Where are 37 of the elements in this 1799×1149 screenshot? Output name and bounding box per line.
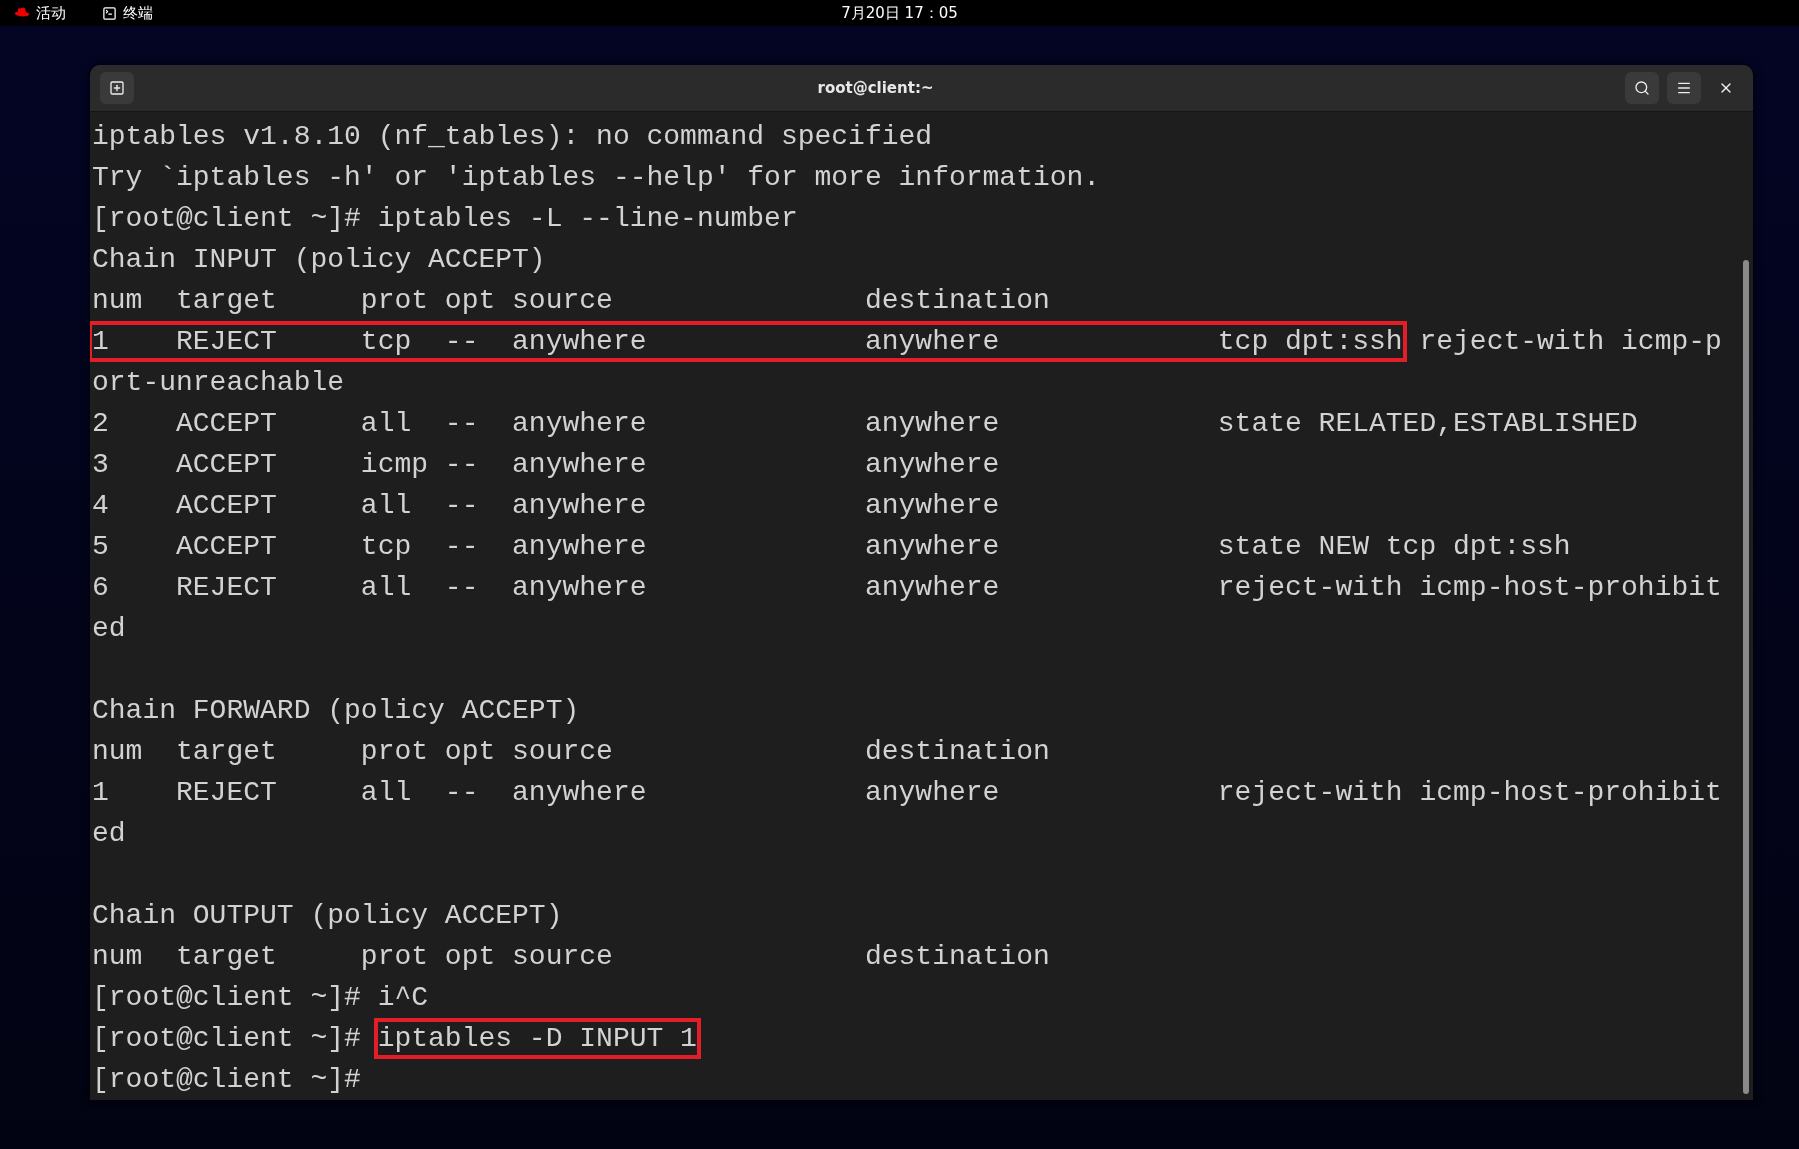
terminal-text: ort-unreachable (91, 366, 346, 400)
hat-logo-icon (14, 7, 30, 19)
activities-button[interactable]: 活动 (14, 3, 66, 23)
plus-square-icon (109, 80, 125, 96)
terminal-text: Try `iptables -h' or 'iptables --help' for more information. (91, 161, 1102, 195)
terminal-text: [root@client ~]# (91, 1063, 362, 1097)
terminal-text: 4 ACCEPT all -- anywhere anywhere (91, 489, 1001, 523)
highlighted-text: iptables -D INPUT 1 (373, 1018, 701, 1059)
terminal-app-menu[interactable]: 终端 (102, 3, 153, 23)
terminal-text: 3 ACCEPT icmp -- anywhere anywhere (91, 448, 1001, 482)
search-icon (1634, 80, 1650, 96)
terminal-text: ed (91, 817, 127, 851)
highlighted-text: 1 REJECT tcp -- anywhere anywhere tcp dpt:ssh (90, 321, 1407, 362)
terminal-text: num target prot opt source destination (91, 284, 1051, 318)
terminal-text: 5 ACCEPT tcp -- anywhere anywhere state NEW tcp dpt:ssh (91, 530, 1572, 564)
terminal-text: [root@client ~]# i^C (91, 981, 430, 1015)
search-button[interactable] (1625, 72, 1659, 104)
terminal-text: ed (91, 612, 127, 646)
terminal-text: 1 REJECT all -- anywhere anywhere reject-with icmp-host-prohibit (91, 776, 1723, 810)
window-title: root@client:~ (816, 79, 935, 97)
terminal-text: reject-with icmp-p (1418, 325, 1723, 359)
terminal-text: [root@client ~]# iptables -L --line-number (91, 202, 799, 236)
scrollbar-thumb[interactable] (1743, 260, 1749, 1094)
terminal-text: 6 REJECT all -- anywhere anywhere reject-with icmp-host-prohibit (91, 571, 1723, 605)
menu-button[interactable] (1667, 72, 1701, 104)
menu-icon (1676, 80, 1692, 96)
terminal-text: 2 ACCEPT all -- anywhere anywhere state RELATED,ESTABLISHED (91, 407, 1639, 441)
terminal-text: num target prot opt source destination (91, 735, 1051, 769)
new-tab-button[interactable] (100, 72, 134, 104)
terminal-text: Chain OUTPUT (policy ACCEPT) (91, 899, 564, 933)
terminal-icon (102, 5, 117, 21)
clock[interactable]: 7月20日 17：05 (841, 3, 958, 23)
terminal-text: Chain INPUT (policy ACCEPT) (91, 243, 547, 277)
terminal-text: [root@client ~]# (91, 1022, 362, 1056)
terminal-text: iptables v1.8.10 (nf_tables): no command specified (91, 120, 934, 154)
terminal-text: num target prot opt source destination (91, 940, 1051, 974)
terminal-text: Chain FORWARD (policy ACCEPT) (91, 694, 581, 728)
